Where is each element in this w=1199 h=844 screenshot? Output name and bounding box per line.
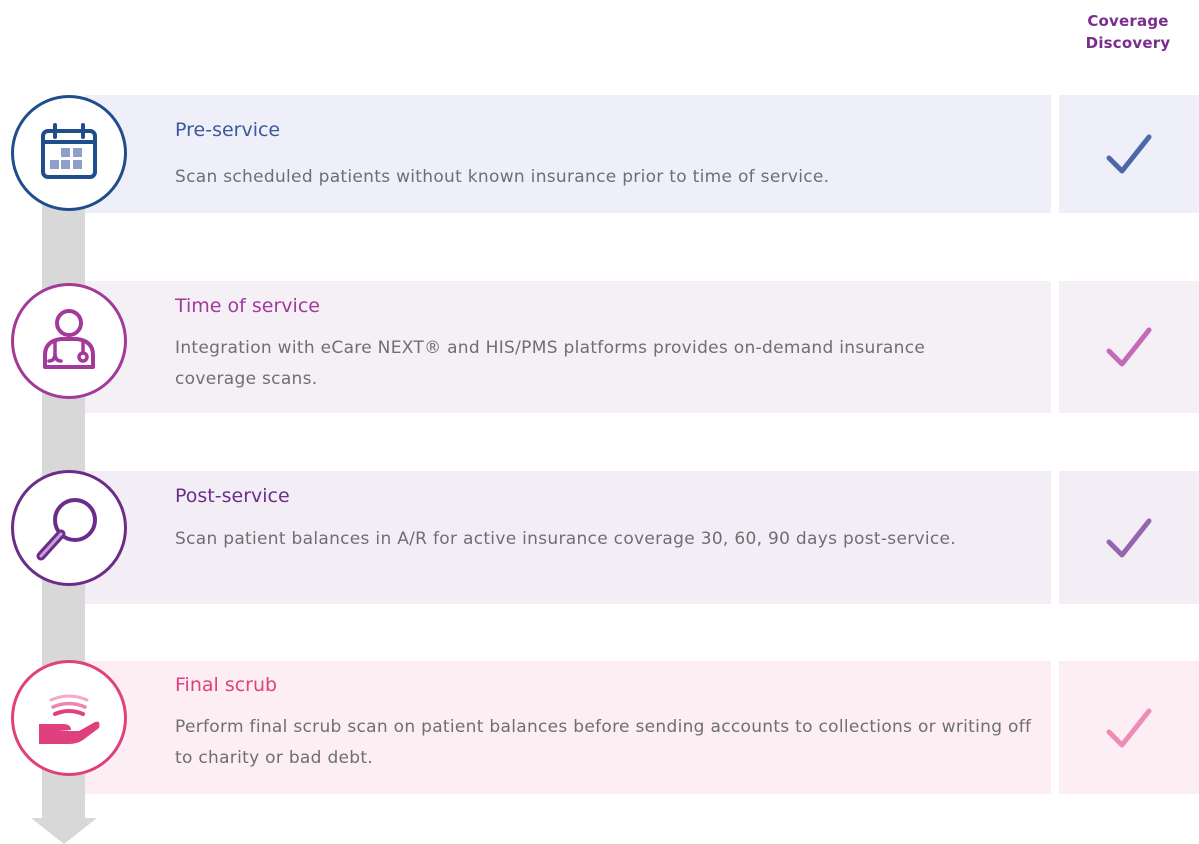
magnifying-glass-icon: [36, 498, 97, 561]
header-line-1: Coverage: [1087, 12, 1169, 30]
check-cell-final-scrub: [1059, 661, 1199, 794]
check-cell-pre-service: [1059, 95, 1199, 213]
check-cell-post-service: [1059, 471, 1199, 604]
check-cell-time-of-service: [1059, 281, 1199, 413]
stage-description-final-scrub: Perform final scrub scan on patient bala…: [175, 717, 1032, 768]
stage-box-pre-service: [85, 95, 1051, 213]
stage-description-pre-service: Scan scheduled patients without known in…: [175, 167, 830, 187]
stage-title-post-service: Post-service: [175, 485, 290, 507]
stage-title-pre-service: Pre-service: [175, 119, 281, 141]
checkmark-icon: [1106, 327, 1152, 367]
doctor-stethoscope-icon: [43, 309, 95, 369]
header-line-2: Discovery: [1085, 34, 1171, 52]
calendar-icon: [41, 123, 97, 179]
timeline-arrow-down-icon: [31, 818, 97, 844]
stage-title-time-of-service: Time of service: [175, 295, 320, 317]
column-header-coverage-discovery: Coverage Discovery: [1058, 10, 1198, 54]
stage-description-post-service: Scan patient balances in A/R for active …: [175, 529, 956, 549]
stage-icon-circle-time-of-service: [11, 283, 127, 399]
checkmark-icon: [1106, 708, 1152, 747]
stage-icon-circle-final-scrub: [11, 660, 127, 776]
stage-icon-circle-post-service: [11, 470, 127, 586]
stage-description-time-of-service: Integration with eCare NEXT® and HIS/PMS…: [175, 338, 926, 389]
checkmark-icon: [1106, 134, 1152, 174]
stage-title-final-scrub: Final scrub: [175, 674, 278, 696]
checkmark-icon: [1106, 518, 1152, 557]
hand-scan-icon: [39, 694, 100, 744]
stage-icon-circle-pre-service: [11, 95, 127, 211]
